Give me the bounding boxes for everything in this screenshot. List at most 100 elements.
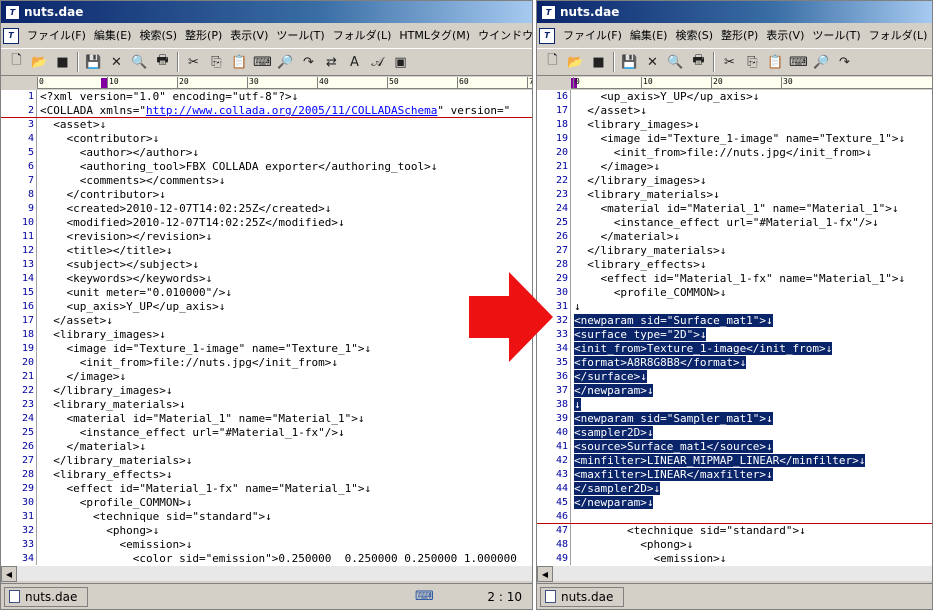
font-icon[interactable]: 𝒜 xyxy=(366,51,389,73)
code-line[interactable]: 30 <profile_COMMON>↓ xyxy=(1,496,532,510)
text-editor[interactable]: 16 <up_axis>Y_UP</up_axis>↓ 17 </asset>↓ 1… xyxy=(537,90,932,565)
preview-icon[interactable]: 🔍 xyxy=(128,51,151,73)
code-line[interactable]: 48 <phong>↓ xyxy=(537,538,932,552)
open-folder-icon[interactable]: 📂 xyxy=(28,51,51,73)
stop-icon[interactable]: ■ xyxy=(587,51,610,73)
menu-folder[interactable]: フォルダ(L) xyxy=(865,27,932,45)
find-next-icon[interactable]: ↷ xyxy=(833,51,856,73)
menu-format[interactable]: 整形(P) xyxy=(717,27,762,45)
app-menu-icon[interactable]: T xyxy=(539,27,555,44)
keyboard-icon[interactable]: ⌨ xyxy=(787,51,810,73)
code-line[interactable]: 20 <init_from>file://nuts.jpg</init_from… xyxy=(537,146,932,160)
code-line[interactable]: 9 <created>2010-12-07T14:02:25Z</created… xyxy=(1,202,532,216)
save-icon[interactable]: 💾 xyxy=(618,51,641,73)
code-line[interactable]: 7 <comments></comments>↓ xyxy=(1,174,532,188)
code-line[interactable]: 33 <emission>↓ xyxy=(1,538,532,552)
code-line[interactable]: 4 <contributor>↓ xyxy=(1,132,532,146)
code-line[interactable]: 17 </asset>↓ xyxy=(537,104,932,118)
code-line[interactable]: 19 <image id="Texture_1-image" name="Tex… xyxy=(537,132,932,146)
scroll-left-icon[interactable]: ◀ xyxy=(1,566,17,582)
code-line[interactable]: 22 </library_images>↓ xyxy=(1,384,532,398)
code-line[interactable]: 44 </sampler2D>↓ xyxy=(537,482,932,496)
code-line[interactable]: 18 <library_images>↓ xyxy=(537,118,932,132)
code-line[interactable]: 12 <title></title>↓ xyxy=(1,244,532,258)
code-line[interactable]: 38 ↓ xyxy=(537,398,932,412)
title-bar[interactable]: T nuts.dae xyxy=(1,1,532,23)
find-next-icon[interactable]: ↷ xyxy=(297,51,320,73)
copy-icon[interactable]: ⎘ xyxy=(741,51,764,73)
menu-format[interactable]: 整形(P) xyxy=(181,27,226,45)
code-line[interactable]: 43 <maxfilter>LINEAR</maxfilter>↓ xyxy=(537,468,932,482)
code-line[interactable]: 49 <emission>↓ xyxy=(537,552,932,565)
menu-search[interactable]: 検索(S) xyxy=(135,27,181,45)
code-line[interactable]: 29 <effect id="Material_1-fx" name="Mate… xyxy=(1,482,532,496)
code-line[interactable]: 28 <library_effects>↓ xyxy=(537,258,932,272)
code-line[interactable]: 34 <color sid="emission">0.250000 0.2500… xyxy=(1,552,532,565)
code-line[interactable]: 47 <technique sid="standard">↓ xyxy=(537,524,932,538)
code-line[interactable]: 23 <library_materials>↓ xyxy=(537,188,932,202)
print-icon[interactable]: 🖶 xyxy=(687,51,710,73)
code-line[interactable]: 32 <phong>↓ xyxy=(1,524,532,538)
code-line[interactable]: 35 <format>A8R8G8B8</format>↓ xyxy=(537,356,932,370)
code-line[interactable]: 27 </library_materials>↓ xyxy=(537,244,932,258)
paste-icon[interactable]: 📋 xyxy=(764,51,787,73)
code-line[interactable]: 32 <newparam sid="Surface_mat1">↓ xyxy=(537,314,932,328)
menu-html-tag[interactable]: HTMLタグ(M) xyxy=(395,27,474,45)
menu-search[interactable]: 検索(S) xyxy=(671,27,717,45)
title-bar[interactable]: T nuts.dae xyxy=(537,1,932,23)
code-line[interactable]: 45 </newparam>↓ xyxy=(537,496,932,510)
code-line[interactable]: 16 <up_axis>Y_UP</up_axis>↓ xyxy=(1,300,532,314)
stop-icon[interactable]: ■ xyxy=(51,51,74,73)
horizontal-scrollbar[interactable]: ◀ xyxy=(537,565,932,582)
find-icon[interactable]: 🔎 xyxy=(810,51,833,73)
preview-icon[interactable]: 🔍 xyxy=(664,51,687,73)
code-line[interactable]: 1 <?xml version="1.0" encoding="utf-8"?>↓ xyxy=(1,90,532,104)
spellcheck-icon[interactable]: A xyxy=(343,51,366,73)
menu-tools[interactable]: ツール(T) xyxy=(272,27,328,45)
code-line[interactable]: 5 <author></author>↓ xyxy=(1,146,532,160)
tag-icon[interactable]: ▣ xyxy=(389,51,412,73)
code-line[interactable]: 19 <image id="Texture_1-image" name="Tex… xyxy=(1,342,532,356)
close-icon[interactable]: ✕ xyxy=(105,51,128,73)
scroll-left-icon[interactable]: ◀ xyxy=(537,566,553,582)
open-folder-icon[interactable]: 📂 xyxy=(564,51,587,73)
menu-view[interactable]: 表示(V) xyxy=(762,27,808,45)
code-line[interactable]: 36 </surface>↓ xyxy=(537,370,932,384)
code-line[interactable]: 27 </library_materials>↓ xyxy=(1,454,532,468)
copy-icon[interactable]: ⎘ xyxy=(205,51,228,73)
code-line[interactable]: 2 <COLLADA xmlns="http://www.collada.org/… xyxy=(1,104,532,118)
schema-link[interactable]: http://www.collada.org/2005/11/COLLADASc… xyxy=(146,104,437,117)
code-line[interactable]: 25 <instance_effect url="#Material_1-fx"… xyxy=(1,426,532,440)
horizontal-scrollbar[interactable]: ◀ xyxy=(1,565,532,582)
document-tab[interactable]: nuts.dae xyxy=(540,586,625,607)
code-line[interactable]: 21 </image>↓ xyxy=(537,160,932,174)
menu-file[interactable]: ファイル(F) xyxy=(23,27,90,45)
code-line[interactable]: 40 <sampler2D>↓ xyxy=(537,426,932,440)
app-menu-icon[interactable]: T xyxy=(3,27,19,44)
keyboard-icon[interactable]: ⌨ xyxy=(251,51,274,73)
code-line[interactable]: 22 </library_images>↓ xyxy=(537,174,932,188)
cut-icon[interactable]: ✂ xyxy=(182,51,205,73)
menu-file[interactable]: ファイル(F) xyxy=(559,27,626,45)
document-tab[interactable]: nuts.dae xyxy=(4,586,89,607)
code-line[interactable]: 31 <technique sid="standard">↓ xyxy=(1,510,532,524)
code-line[interactable]: 13 <subject></subject>↓ xyxy=(1,258,532,272)
code-line[interactable]: 26 </material>↓ xyxy=(1,440,532,454)
close-icon[interactable]: ✕ xyxy=(641,51,664,73)
text-editor[interactable]: 1 <?xml version="1.0" encoding="utf-8"?>↓… xyxy=(1,90,532,565)
code-line[interactable]: 11 <revision></revision>↓ xyxy=(1,230,532,244)
code-line[interactable]: 25 <instance_effect url="#Material_1-fx"… xyxy=(537,216,932,230)
code-line[interactable]: 39 <newparam sid="Sampler_mat1">↓ xyxy=(537,412,932,426)
menu-view[interactable]: 表示(V) xyxy=(226,27,272,45)
code-line[interactable]: 18 <library_images>↓ xyxy=(1,328,532,342)
code-line[interactable]: 17 </asset>↓ xyxy=(1,314,532,328)
code-line[interactable]: 24 <material id="Material_1" name="Mater… xyxy=(537,202,932,216)
code-line[interactable]: 14 <keywords></keywords>↓ xyxy=(1,272,532,286)
code-line[interactable]: 24 <material id="Material_1" name="Mater… xyxy=(1,412,532,426)
cut-icon[interactable]: ✂ xyxy=(718,51,741,73)
ime-icon[interactable]: ⌨ xyxy=(415,589,437,605)
code-line[interactable]: 16 <up_axis>Y_UP</up_axis>↓ xyxy=(537,90,932,104)
code-line[interactable]: 10 <modified>2010-12-07T14:02:25Z</modif… xyxy=(1,216,532,230)
find-icon[interactable]: 🔎 xyxy=(274,51,297,73)
code-line[interactable]: 23 <library_materials>↓ xyxy=(1,398,532,412)
